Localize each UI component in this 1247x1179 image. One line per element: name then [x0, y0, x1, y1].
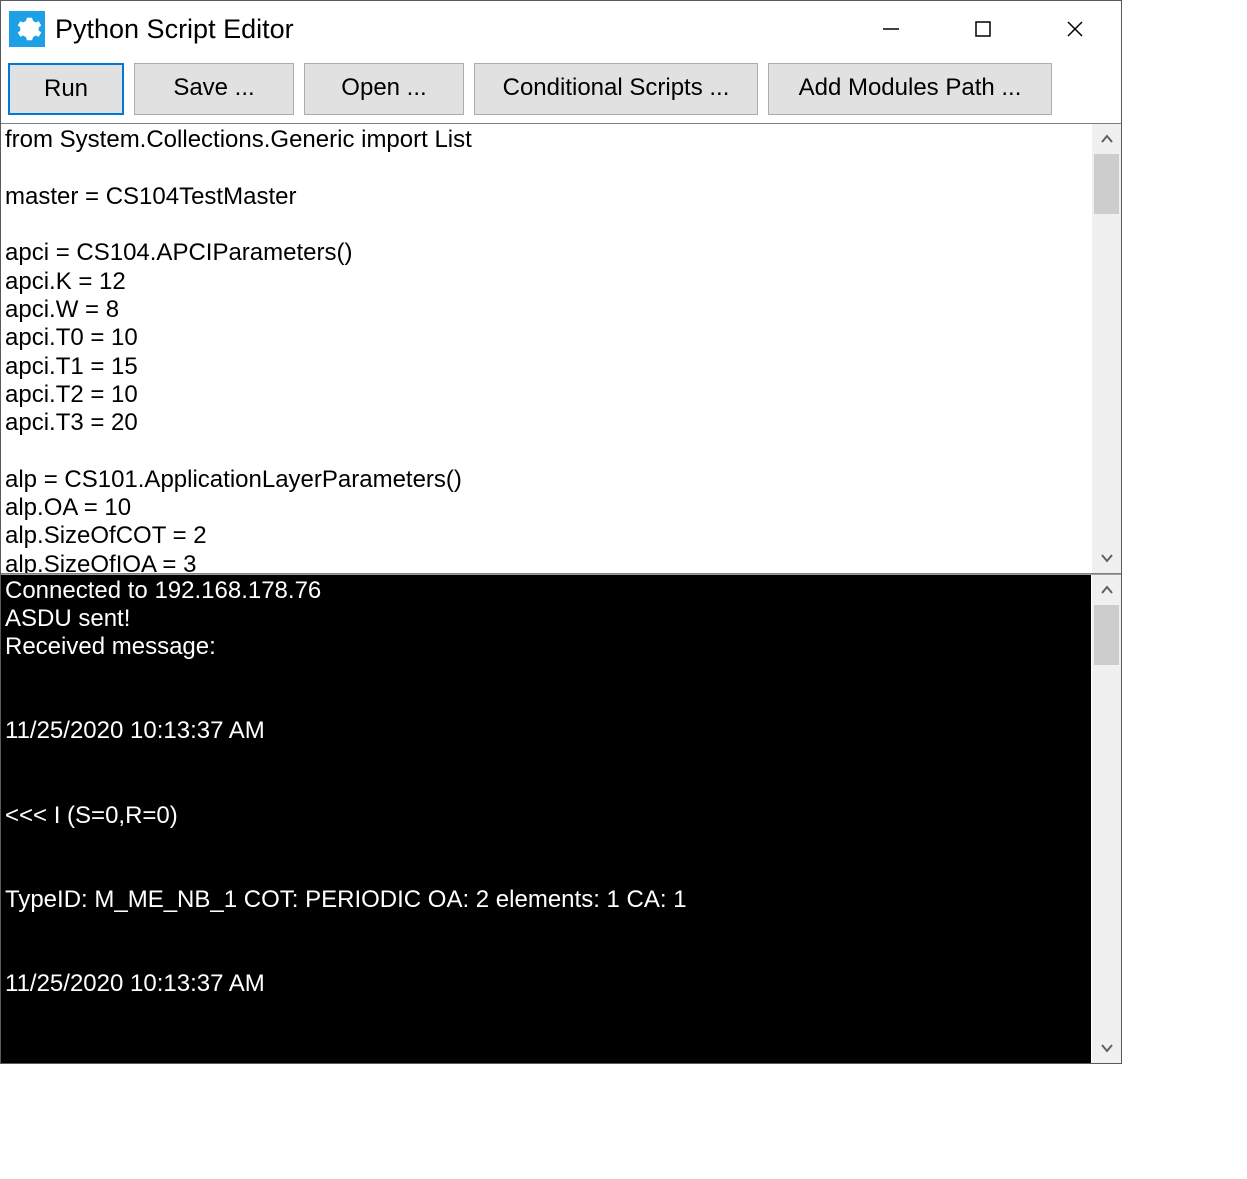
panes: from System.Collections.Generic import L… — [1, 124, 1121, 1063]
code-editor[interactable]: from System.Collections.Generic import L… — [1, 124, 1091, 573]
chevron-up-icon[interactable] — [1092, 575, 1121, 605]
scrollbar-thumb[interactable] — [1094, 605, 1119, 665]
editor-pane: from System.Collections.Generic import L… — [1, 124, 1121, 574]
console-pane: Connected to 192.168.178.76 ASDU sent! R… — [1, 574, 1121, 1063]
titlebar[interactable]: Python Script Editor — [1, 1, 1121, 57]
scrollbar-track[interactable] — [1092, 605, 1121, 1033]
minimize-icon — [882, 20, 900, 38]
minimize-button[interactable] — [845, 1, 937, 57]
scrollbar-thumb[interactable] — [1094, 154, 1119, 214]
console-output[interactable]: Connected to 192.168.178.76 ASDU sent! R… — [1, 575, 1091, 1063]
maximize-icon — [974, 20, 992, 38]
window-title: Python Script Editor — [55, 14, 294, 45]
toolbar: Run Save ... Open ... Conditional Script… — [1, 57, 1121, 124]
gear-icon — [9, 11, 45, 47]
chevron-down-icon[interactable] — [1092, 543, 1121, 573]
add-modules-path-button[interactable]: Add Modules Path ... — [768, 63, 1052, 115]
maximize-button[interactable] — [937, 1, 1029, 57]
open-button[interactable]: Open ... — [304, 63, 464, 115]
scrollbar-track[interactable] — [1092, 154, 1121, 543]
chevron-down-icon[interactable] — [1092, 1033, 1121, 1063]
python-script-editor-window: Python Script Editor Run Save ... Open .… — [0, 0, 1122, 1064]
run-button[interactable]: Run — [8, 63, 124, 115]
window-controls — [845, 1, 1121, 57]
conditional-scripts-button[interactable]: Conditional Scripts ... — [474, 63, 758, 115]
save-button[interactable]: Save ... — [134, 63, 294, 115]
close-icon — [1065, 19, 1085, 39]
console-scrollbar[interactable] — [1091, 575, 1121, 1063]
editor-scrollbar[interactable] — [1091, 124, 1121, 573]
chevron-up-icon[interactable] — [1092, 124, 1121, 154]
close-button[interactable] — [1029, 1, 1121, 57]
